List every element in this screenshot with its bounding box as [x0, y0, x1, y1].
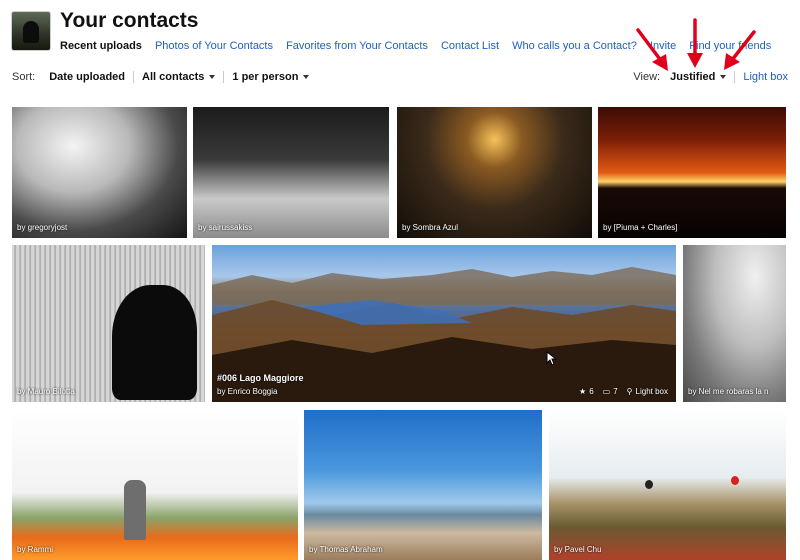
- contacts-filter-value: All contacts: [142, 71, 205, 83]
- fave-count: 6: [589, 387, 594, 396]
- photo-tile[interactable]: by sairussakiss: [193, 107, 389, 238]
- balloon-shape: [731, 476, 739, 485]
- photo-byline[interactable]: by [Piuma + Charles]: [603, 223, 677, 232]
- fave-button[interactable]: ★ 6: [579, 387, 594, 396]
- star-icon: ★: [579, 387, 587, 396]
- annotation-arrows: [636, 18, 756, 71]
- photo-tile[interactable]: by Thomas Abraham: [304, 410, 542, 560]
- photo-tile[interactable]: by Pavel Chu: [549, 410, 786, 560]
- page-title: Your contacts: [60, 9, 199, 32]
- photo-byline[interactable]: by Enrico Boggia: [217, 387, 277, 396]
- sort-bar: Sort: Date uploaded All contacts 1 per p…: [12, 71, 317, 83]
- photo-byline[interactable]: by Pavel Chu: [554, 545, 602, 554]
- per-person-dropdown[interactable]: 1 per person: [224, 71, 317, 83]
- subnav-who-calls-you-contact[interactable]: Who calls you a Contact?: [512, 40, 637, 52]
- annotation-arrow-left: [636, 28, 668, 71]
- sort-dropdown[interactable]: Date uploaded: [41, 71, 135, 83]
- mouse-cursor-icon: [546, 351, 557, 366]
- photo-byline[interactable]: by Sombra Azul: [402, 223, 458, 232]
- photo-byline[interactable]: by Mauro Bilotta: [17, 387, 75, 396]
- lightbox-button[interactable]: ⚲ Light box: [627, 387, 668, 396]
- subnav-photos-of-contacts[interactable]: Photos of Your Contacts: [155, 40, 273, 52]
- contacts-filter-dropdown[interactable]: All contacts: [134, 71, 225, 83]
- chevron-down-icon: [303, 75, 310, 80]
- sort-label: Sort:: [12, 71, 36, 83]
- subnav-recent-uploads[interactable]: Recent uploads: [60, 40, 142, 52]
- comments-button[interactable]: ▭ 7: [603, 387, 618, 396]
- search-icon: ⚲: [626, 387, 633, 396]
- balloon-shape: [645, 480, 653, 489]
- photo-byline[interactable]: by sairussakiss: [198, 223, 252, 232]
- photo-byline[interactable]: by Nel me robaras la n: [688, 387, 768, 396]
- comment-count: 7: [613, 387, 618, 396]
- photo-byline[interactable]: by gregoryjost: [17, 223, 67, 232]
- comment-icon: ▭: [602, 387, 611, 396]
- photo-tile[interactable]: by [Piuma + Charles]: [598, 107, 786, 238]
- user-avatar[interactable]: [12, 12, 50, 50]
- photo-tile-hovered[interactable]: #006 Lago Maggiore by Enrico Boggia ★ 6 ▭…: [212, 245, 676, 402]
- photo-tile[interactable]: by Nel me robaras la n: [683, 245, 786, 402]
- lightbox-label: Light box: [635, 387, 668, 396]
- photo-tile[interactable]: by Mauro Bilotta: [12, 245, 205, 402]
- photo-actions: ★ 6 ▭ 7 ⚲ Light box: [579, 387, 668, 396]
- photo-tile[interactable]: by Rammi: [12, 410, 298, 560]
- photo-tile[interactable]: by Sombra Azul: [397, 107, 592, 238]
- sort-value: Date uploaded: [49, 71, 126, 83]
- chevron-down-icon: [209, 75, 216, 80]
- annotation-arrow-right: [724, 30, 756, 70]
- annotation-arrow-center: [687, 18, 703, 68]
- photo-byline[interactable]: by Rammi: [17, 545, 53, 554]
- per-person-value: 1 per person: [232, 71, 299, 83]
- photo-title[interactable]: #006 Lago Maggiore: [217, 373, 304, 383]
- subnav-contact-list[interactable]: Contact List: [441, 40, 499, 52]
- photo-tile[interactable]: by gregoryjost: [12, 107, 187, 238]
- photo-byline[interactable]: by Thomas Abraham: [309, 545, 383, 554]
- subnav-favorites-from-contacts[interactable]: Favorites from Your Contacts: [286, 40, 428, 52]
